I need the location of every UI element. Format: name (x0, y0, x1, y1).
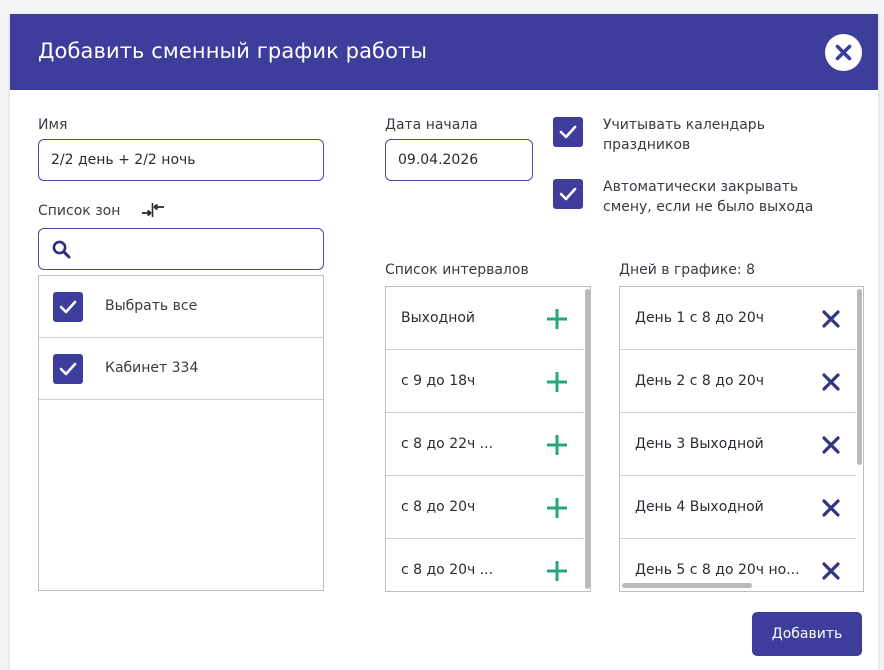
remove-x-icon[interactable] (820, 434, 842, 456)
checkmark-icon (59, 362, 77, 376)
checkmark-icon (559, 125, 577, 139)
intervals-list: Выходной с 9 до 18ч с 8 до 22ч ... с 8 д… (385, 286, 591, 592)
zone-item-select-all[interactable]: Выбрать все (39, 276, 323, 338)
interval-item: с 8 до 22ч ... (386, 413, 584, 476)
interval-item: с 8 до 20ч (386, 476, 584, 539)
schedule-days-label: Дней в графике: 8 (619, 262, 755, 278)
holiday-calendar-label: Учитывать календарь праздников (603, 117, 765, 153)
schedule-day-item: День 2 с 8 до 20ч (620, 350, 856, 413)
schedule-days-scrollbar[interactable] (857, 289, 862, 465)
schedule-day-item: День 3 Выходной (620, 413, 856, 476)
schedule-days-hscrollbar[interactable] (622, 583, 752, 588)
interval-item: с 9 до 18ч (386, 350, 584, 413)
close-button[interactable] (825, 34, 862, 71)
interval-item: Выходной (386, 287, 584, 350)
remove-x-icon[interactable] (820, 497, 842, 519)
interval-label: Выходной (401, 310, 476, 326)
zone-search-input[interactable] (83, 235, 313, 263)
zones-label: Список зон (38, 203, 121, 219)
start-date-input[interactable] (385, 139, 533, 181)
auto-close-shift-checkbox[interactable] (553, 179, 583, 209)
checkmark-icon (59, 300, 77, 314)
auto-close-shift-label: Автоматически закрывать смену, если не б… (603, 179, 814, 215)
zone-list: Выбрать все Кабинет 334 (38, 275, 324, 591)
plus-icon[interactable] (546, 434, 568, 456)
zone-item-cabinet-334[interactable]: Кабинет 334 (39, 338, 323, 400)
schedule-day-item: День 1 с 8 до 20ч (620, 287, 856, 350)
intervals-label: Список интервалов (385, 262, 529, 278)
shift-schedule-dialog: Добавить сменный график работы Имя Дата … (10, 14, 878, 670)
dialog-header: Добавить сменный график работы (10, 14, 878, 90)
schedule-day-label: День 3 Выходной (635, 436, 764, 452)
holiday-calendar-checkbox[interactable] (553, 117, 583, 147)
schedule-day-label: День 4 Выходной (635, 499, 764, 515)
cabinet-334-checkbox[interactable] (53, 354, 83, 384)
intervals-scrollbar[interactable] (585, 289, 590, 589)
interval-label: с 9 до 18ч (401, 373, 476, 389)
schedule-day-label: День 1 с 8 до 20ч (635, 310, 765, 326)
swap-arrows-icon[interactable] (141, 201, 165, 219)
interval-label: с 8 до 20ч ... (401, 562, 494, 578)
start-date-label: Дата начала (385, 117, 478, 133)
plus-icon[interactable] (546, 560, 568, 582)
plus-icon[interactable] (546, 497, 568, 519)
interval-item: с 8 до 20ч ... (386, 539, 584, 591)
zone-search-box[interactable] (38, 228, 324, 270)
remove-x-icon[interactable] (820, 371, 842, 393)
remove-x-icon[interactable] (820, 560, 842, 582)
plus-icon[interactable] (546, 371, 568, 393)
select-all-checkbox[interactable] (53, 292, 83, 322)
name-label: Имя (38, 117, 68, 133)
plus-icon[interactable] (546, 308, 568, 330)
zone-item-label: Выбрать все (105, 298, 198, 314)
add-button[interactable]: Добавить (752, 612, 862, 656)
dialog-title: Добавить сменный график работы (38, 39, 428, 63)
name-input[interactable] (38, 139, 324, 181)
schedule-day-label: День 5 с 8 до 20ч но... (635, 562, 800, 578)
search-icon (52, 240, 71, 259)
checkmark-icon (559, 187, 577, 201)
zone-item-label: Кабинет 334 (105, 360, 199, 376)
interval-label: с 8 до 22ч ... (401, 436, 494, 452)
remove-x-icon[interactable] (820, 308, 842, 330)
schedule-days-list: День 1 с 8 до 20ч День 2 с 8 до 20ч День… (619, 286, 864, 592)
interval-label: с 8 до 20ч (401, 499, 476, 515)
schedule-day-label: День 2 с 8 до 20ч (635, 373, 765, 389)
schedule-day-item: День 4 Выходной (620, 476, 856, 539)
close-icon (835, 44, 852, 61)
